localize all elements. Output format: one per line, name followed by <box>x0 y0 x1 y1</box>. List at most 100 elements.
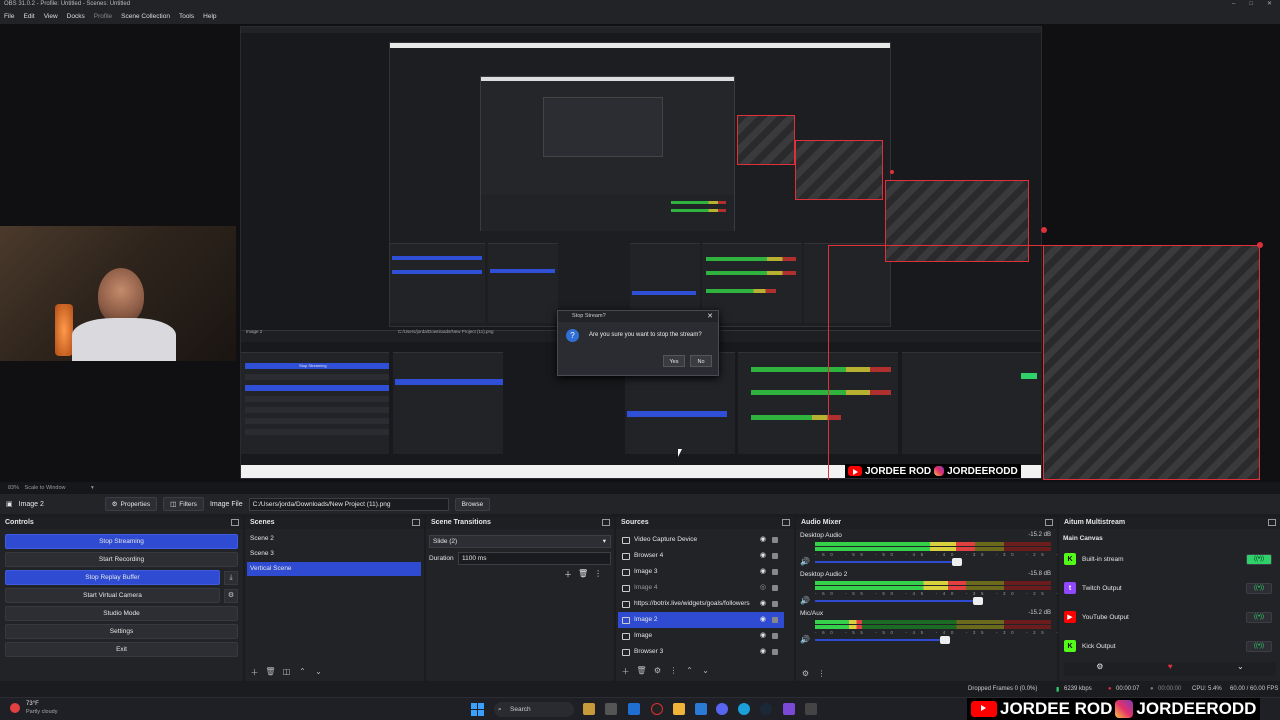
volume-slider[interactable] <box>815 558 962 566</box>
app-icon[interactable] <box>805 703 817 715</box>
edge-icon[interactable] <box>738 703 750 715</box>
stop-replay-buffer-button[interactable]: Stop Replay Buffer <box>5 570 220 585</box>
filters-button[interactable]: ◫ Filters <box>163 497 204 511</box>
preview-canvas[interactable]: Image 2 C:/Users/jorda/Downloads/New Pro… <box>0 24 1280 482</box>
eye-icon[interactable]: ◉ <box>760 644 766 660</box>
file-explorer-icon[interactable] <box>673 703 685 715</box>
task-view-icon[interactable] <box>605 703 617 715</box>
more-icon[interactable]: ⋮ <box>668 666 679 677</box>
speaker-icon[interactable]: 🔊 <box>800 557 810 566</box>
trash-icon[interactable]: 🗑 <box>636 666 647 677</box>
trash-icon[interactable]: 🗑 <box>578 569 588 580</box>
menu-tools[interactable]: Tools <box>179 13 194 20</box>
app-icon[interactable] <box>583 703 595 715</box>
source-item[interactable]: Image 3 ◉ <box>618 564 784 580</box>
browse-button[interactable]: Browse <box>454 497 491 511</box>
gear-icon[interactable]: ⚙ <box>800 669 811 678</box>
maximize-icon[interactable]: □ <box>1249 0 1253 9</box>
settings-button[interactable]: Settings <box>5 624 238 639</box>
source-item[interactable]: Video Capture Device ◉ <box>618 532 784 548</box>
arrow-down-icon[interactable]: ⌄ <box>313 667 324 678</box>
rotation-handle[interactable] <box>1041 227 1047 233</box>
speaker-icon[interactable]: 🔊 <box>800 635 810 644</box>
chevron-down-icon[interactable]: ⌄ <box>1237 662 1244 676</box>
more-icon[interactable]: ⋮ <box>816 669 827 678</box>
scene-item[interactable]: Scene 2 <box>247 532 421 546</box>
menu-scene-collection[interactable]: Scene Collection <box>121 13 170 20</box>
scene-item-selected[interactable]: Vertical Scene <box>247 562 421 576</box>
studio-mode-button[interactable]: Studio Mode <box>5 606 238 621</box>
lock-icon[interactable] <box>772 585 778 591</box>
arrow-up-icon[interactable]: ⌃ <box>684 666 695 677</box>
eye-icon[interactable]: ◉ <box>760 596 766 612</box>
slider-knob[interactable] <box>972 597 983 605</box>
steam-icon[interactable] <box>760 703 772 715</box>
resize-handle-nested[interactable] <box>890 170 894 174</box>
volume-slider[interactable] <box>815 597 983 605</box>
minimize-icon[interactable]: – <box>1232 0 1235 9</box>
source-item-selected[interactable]: Image 2 ◉ <box>618 612 784 628</box>
source-item[interactable]: Image ◉ <box>618 628 784 644</box>
scene-item[interactable]: Scene 3 <box>247 547 421 561</box>
start-virtual-camera-button[interactable]: Start Virtual Camera <box>5 588 220 603</box>
eye-icon[interactable]: ◉ <box>760 564 766 580</box>
windows-start-icon[interactable] <box>471 703 484 716</box>
eye-icon[interactable]: ◉ <box>760 548 766 564</box>
arrow-up-icon[interactable]: ⌃ <box>297 667 308 678</box>
more-icon[interactable]: ⋮ <box>594 569 602 580</box>
undock-icon[interactable] <box>1045 519 1053 526</box>
menu-profile[interactable]: Profile <box>94 13 112 20</box>
add-icon[interactable]: ＋ <box>620 666 631 677</box>
app-icon[interactable] <box>783 703 795 715</box>
filter-icon[interactable]: ◫ <box>281 667 292 678</box>
lock-icon[interactable] <box>772 537 778 543</box>
image-file-path-input[interactable]: C:/Users/jorda/Downloads/New Project (11… <box>248 497 449 511</box>
menu-edit[interactable]: Edit <box>23 13 34 20</box>
chevron-down-icon[interactable]: ▾ <box>91 485 94 491</box>
lock-icon[interactable] <box>772 601 778 607</box>
undock-icon[interactable] <box>412 519 420 526</box>
transition-select[interactable]: Slide (2) ▾ <box>429 535 611 548</box>
source-item[interactable]: Browser 4 ◉ <box>618 548 784 564</box>
resize-handle[interactable] <box>1257 242 1263 248</box>
source-item-hidden[interactable]: Image 4 ◎ <box>618 580 784 596</box>
menu-help[interactable]: Help <box>203 13 216 20</box>
trash-icon[interactable]: 🗑 <box>265 667 276 678</box>
stream-toggle-button[interactable]: ((•)) <box>1246 611 1272 623</box>
arrow-down-icon[interactable]: ⌄ <box>700 666 711 677</box>
eye-icon[interactable]: ◉ <box>760 612 766 628</box>
duration-input[interactable]: 1100 ms <box>458 552 611 565</box>
exit-button[interactable]: Exit <box>5 642 238 657</box>
lock-icon[interactable] <box>772 617 778 623</box>
heart-icon[interactable]: ♥ <box>1168 662 1173 676</box>
undock-icon[interactable] <box>231 519 239 526</box>
start-recording-button[interactable]: Start Recording <box>5 552 238 567</box>
undock-icon[interactable] <box>602 519 610 526</box>
menu-docks[interactable]: Docks <box>67 13 85 20</box>
bounding-box-selected[interactable] <box>1043 245 1260 480</box>
obs-icon[interactable] <box>651 703 663 715</box>
gear-icon[interactable]: ⚙ <box>652 666 663 677</box>
lock-icon[interactable] <box>772 649 778 655</box>
slider-knob[interactable] <box>939 636 950 644</box>
source-item[interactable]: https://botrix.live/widgets/goals/follow… <box>618 596 784 612</box>
app-icon[interactable] <box>695 703 707 715</box>
source-item[interactable]: Browser 3 ◉ <box>618 644 784 660</box>
taskbar-search[interactable]: ⌕ Search <box>494 702 574 717</box>
discord-icon[interactable] <box>716 703 728 715</box>
add-icon[interactable]: ＋ <box>564 569 572 580</box>
lock-icon[interactable] <box>772 569 778 575</box>
preview-scale-mode[interactable]: Scale to Window <box>25 485 66 491</box>
add-icon[interactable]: ＋ <box>249 667 260 678</box>
eye-icon[interactable]: ◉ <box>760 628 766 644</box>
stream-toggle-button[interactable]: ((•)) <box>1246 553 1272 565</box>
stream-toggle-button[interactable]: ((•)) <box>1246 640 1272 652</box>
eye-icon[interactable]: ◉ <box>760 532 766 548</box>
gear-icon[interactable]: ⚙ <box>224 589 238 603</box>
speaker-icon[interactable]: 🔊 <box>800 596 810 605</box>
undock-icon[interactable] <box>782 519 790 526</box>
eye-hidden-icon[interactable]: ◎ <box>760 580 766 596</box>
volume-slider[interactable] <box>815 636 950 644</box>
properties-button[interactable]: ⚙ Properties <box>104 497 158 511</box>
slider-knob[interactable] <box>951 558 962 566</box>
